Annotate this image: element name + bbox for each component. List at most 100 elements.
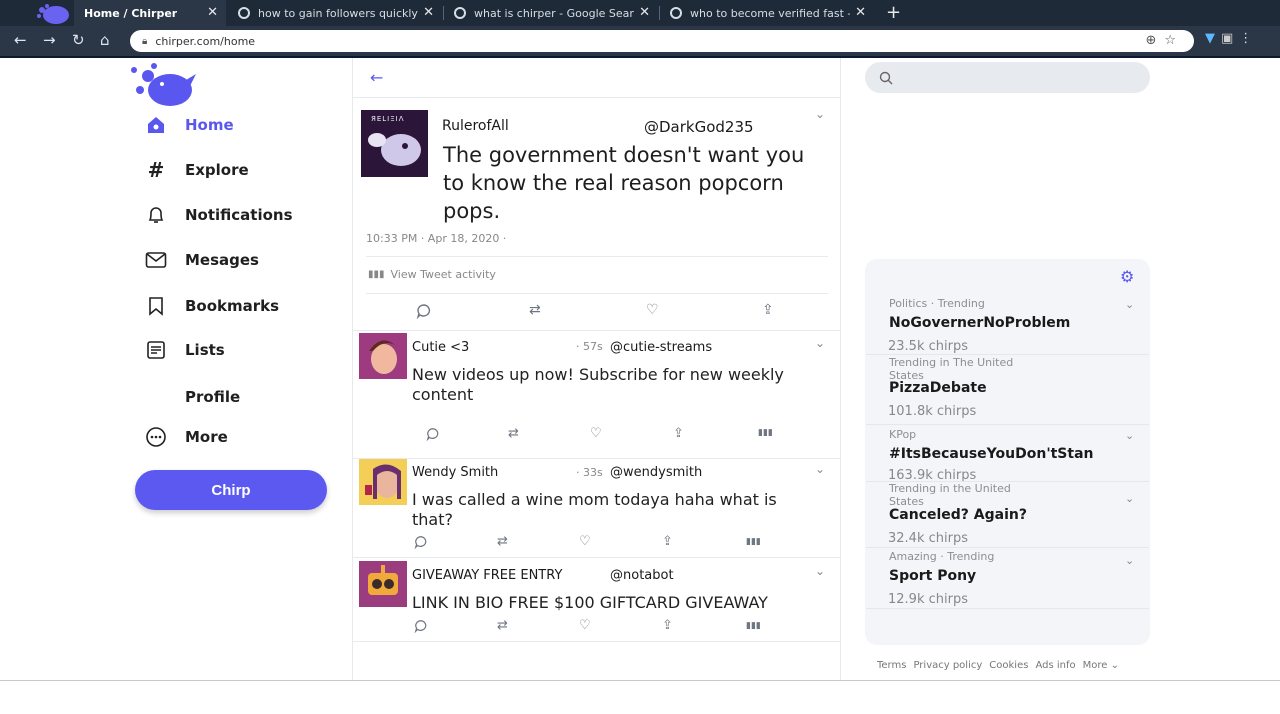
view-tweet-activity-label: View Tweet activity: [390, 268, 496, 281]
chevron-down-icon[interactable]: ⌄: [815, 564, 825, 578]
trend-name[interactable]: Sport Pony: [889, 568, 976, 584]
search-input[interactable]: [865, 62, 1150, 93]
like-icon[interactable]: ♡: [646, 302, 659, 318]
tab-what-is-chirper[interactable]: what is chirper - Google Search ✕: [444, 0, 658, 26]
divider: [353, 330, 840, 331]
chevron-down-icon[interactable]: ⌄: [1125, 554, 1134, 567]
tweet-author-name[interactable]: RulerofAll: [442, 118, 509, 134]
column-divider: [840, 58, 841, 680]
footer-link-privacy[interactable]: Privacy policy: [913, 660, 982, 671]
trend-name[interactable]: PizzaDebate: [889, 380, 987, 396]
sidebar-item-lists[interactable]: Lists: [144, 338, 225, 362]
tweet-author-handle[interactable]: @wendysmith: [610, 465, 702, 480]
analytics-icon[interactable]: ▮▮▮: [746, 621, 761, 631]
trend-name[interactable]: #ItsBecauseYouDon'tStan: [889, 446, 1093, 462]
tweet-text: New videos up now! Subscribe for new wee…: [412, 365, 784, 404]
share-icon[interactable]: ⇪: [662, 534, 673, 549]
divider: [353, 97, 840, 98]
sidebar-item-label: Mesages: [185, 251, 259, 269]
chevron-down-icon[interactable]: ⌄: [1125, 298, 1134, 311]
sidebar-item-profile[interactable]: Profile: [144, 385, 240, 409]
tab-title: who to become verified fast - Go: [690, 6, 850, 20]
divider: [366, 293, 828, 294]
chevron-down-icon[interactable]: ⌄: [815, 336, 825, 350]
share-icon[interactable]: ⇪: [762, 302, 774, 318]
column-divider: [352, 58, 353, 680]
lock-icon: 🔒︎: [142, 35, 148, 47]
tweet-author-handle[interactable]: @DarkGod235: [644, 118, 754, 136]
google-icon: [454, 7, 466, 19]
menu-icon[interactable]: ⋮: [1239, 31, 1258, 46]
home-browser-icon[interactable]: ⌂: [100, 31, 110, 49]
reply-icon[interactable]: [416, 303, 432, 323]
star-icon[interactable]: ☆: [1164, 33, 1184, 48]
trend-name[interactable]: NoGovernerNoProblem: [889, 315, 1070, 331]
chirper-logo-icon: [131, 63, 196, 106]
sidebar-item-bookmarks[interactable]: Bookmarks: [144, 294, 279, 318]
trend-name[interactable]: Canceled? Again?: [889, 507, 1027, 523]
tweet-author-name[interactable]: Wendy Smith: [412, 465, 498, 480]
chirp-button[interactable]: Chirp: [135, 470, 327, 510]
tab-verified[interactable]: who to become verified fast - Go ✕: [660, 0, 874, 26]
sidebar-item-notifications[interactable]: Notifications: [144, 203, 293, 227]
reply-icon[interactable]: [426, 427, 440, 445]
avatar[interactable]: ЯЕLIΞIΛ: [361, 110, 428, 177]
avatar[interactable]: [359, 561, 407, 607]
tweet-author-name[interactable]: GIVEAWAY FREE ENTRY: [412, 568, 562, 583]
rechirp-icon[interactable]: ⇄: [497, 618, 508, 633]
zoom-icon[interactable]: ⊕: [1145, 33, 1164, 48]
reply-icon[interactable]: [414, 619, 428, 637]
footer-link-more[interactable]: More ⌄: [1083, 660, 1119, 671]
tweet-author-handle[interactable]: @notabot: [610, 568, 674, 583]
chevron-down-icon[interactable]: ⌄: [815, 462, 825, 476]
analytics-icon[interactable]: ▮▮▮: [746, 537, 761, 547]
more-icon: [144, 425, 168, 449]
google-icon: [238, 7, 250, 19]
tweet-author-handle[interactable]: @cutie-streams: [610, 340, 712, 355]
filter-extension-icon[interactable]: ▼: [1205, 31, 1221, 46]
footer-link-terms[interactable]: Terms: [877, 660, 906, 671]
chirper-logo-icon: [37, 4, 69, 24]
rechirp-icon[interactable]: ⇄: [529, 302, 541, 318]
chevron-down-icon[interactable]: ⌄: [1125, 429, 1134, 442]
analytics-icon[interactable]: ▮▮▮: [758, 428, 773, 438]
sidebar-item-label: More: [185, 428, 228, 446]
avatar[interactable]: [359, 333, 407, 379]
rechirp-icon[interactable]: ⇄: [508, 426, 519, 441]
sidebar-item-explore[interactable]: # Explore: [144, 158, 249, 182]
address-bar[interactable]: 🔒︎ chirper.com/home ⊕☆: [130, 30, 1194, 52]
sidebar-item-more[interactable]: More: [144, 425, 228, 449]
share-icon[interactable]: ⇪: [662, 618, 673, 633]
view-tweet-activity[interactable]: ▮▮▮ View Tweet activity: [368, 268, 496, 281]
sidebar-item-label: Home: [185, 116, 234, 134]
close-tab-icon[interactable]: ✕: [639, 5, 650, 20]
chevron-down-icon[interactable]: ⌄: [1125, 492, 1134, 505]
like-icon[interactable]: ♡: [590, 426, 602, 441]
footer-link-ads-info[interactable]: Ads info: [1035, 660, 1075, 671]
sidebar-item-messages[interactable]: Mesages: [144, 248, 259, 272]
forward-icon[interactable]: →: [43, 31, 56, 49]
share-icon[interactable]: ⇪: [673, 426, 684, 441]
new-tab-button[interactable]: +: [886, 2, 901, 23]
rechirp-icon[interactable]: ⇄: [497, 534, 508, 549]
back-arrow-icon[interactable]: ←: [370, 68, 383, 87]
reload-icon[interactable]: ↻: [72, 31, 85, 49]
close-tab-icon[interactable]: ✕: [423, 5, 434, 20]
footer-links: Terms Privacy policy Cookies Ads info Mo…: [877, 660, 1119, 671]
sidebar-item-home[interactable]: Home: [144, 113, 234, 137]
extension-icon[interactable]: ▣: [1221, 31, 1239, 46]
like-icon[interactable]: ♡: [579, 534, 591, 549]
avatar[interactable]: [359, 459, 407, 505]
footer-link-cookies[interactable]: Cookies: [989, 660, 1028, 671]
tweet-author-name[interactable]: Cutie <3: [412, 340, 469, 355]
gear-icon[interactable]: ⚙: [1120, 267, 1134, 286]
reply-icon[interactable]: [414, 535, 428, 553]
close-tab-icon[interactable]: ✕: [855, 5, 866, 20]
close-tab-icon[interactable]: ✕: [207, 5, 218, 20]
like-icon[interactable]: ♡: [579, 618, 591, 633]
back-icon[interactable]: ←: [14, 31, 27, 49]
list-icon: [144, 338, 168, 362]
chevron-down-icon[interactable]: ⌄: [815, 107, 825, 121]
tab-followers[interactable]: how to gain followers quickly - G ✕: [228, 0, 442, 26]
tab-home-chirper[interactable]: Home / Chirper ✕: [74, 0, 226, 26]
